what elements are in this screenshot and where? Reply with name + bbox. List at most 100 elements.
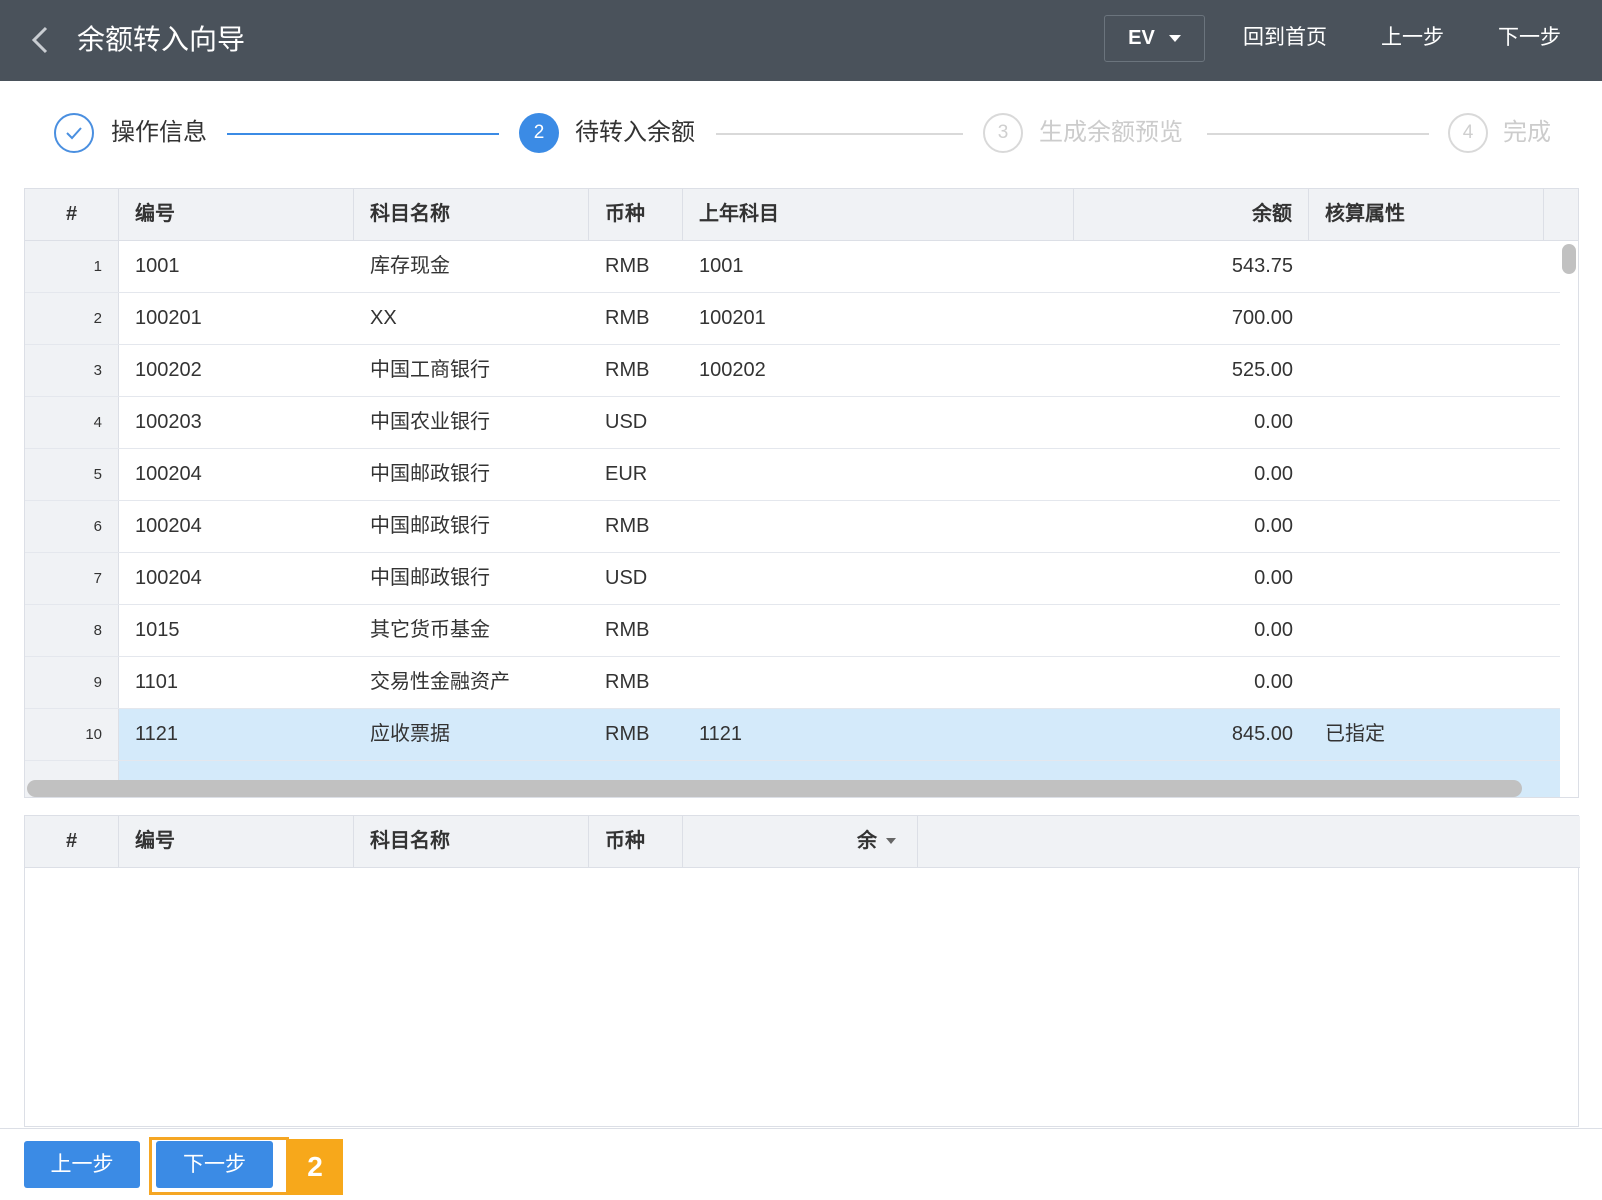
page-title: 余额转入向导: [77, 24, 246, 55]
cell-name: 中国工商银行: [370, 359, 490, 381]
step-2-number: 2: [519, 113, 559, 153]
ev-dropdown[interactable]: EV: [1104, 15, 1205, 62]
cell-num: 4: [25, 397, 119, 448]
cell-currency: RMB: [605, 515, 650, 537]
step-1-label: 操作信息: [111, 119, 207, 146]
cell-num: 6: [25, 501, 119, 552]
t2-col-balance-label: 余: [857, 830, 877, 852]
table-row[interactable]: 2 100201 XX RMB 100201 700.00: [25, 293, 1560, 345]
t2-col-code-header[interactable]: 编号: [119, 816, 354, 867]
cell-num: 1: [25, 241, 119, 292]
balance-table: # 编号 科目名称 币种 上年科目 余额 核算属性 1 1001 库存现金 RMB 10…: [24, 188, 1579, 798]
t2-col-balance-header[interactable]: 余: [683, 816, 918, 867]
horizontal-scrollbar[interactable]: [27, 780, 1522, 797]
vertical-scrollbar[interactable]: [1562, 244, 1576, 274]
cell-balance: 0.00: [1254, 411, 1293, 433]
table-row[interactable]: 5 100204 中国邮政银行 EUR 0.00: [25, 449, 1560, 501]
cell-prev-subject: [683, 605, 1074, 656]
cell-prev-subject: [683, 553, 1074, 604]
ev-dropdown-label: EV: [1128, 27, 1155, 49]
cell-code: 100204: [135, 463, 202, 485]
prev-button[interactable]: 上一步: [24, 1141, 140, 1188]
step-4-number: 4: [1448, 113, 1488, 153]
wizard-steps: 操作信息 2 待转入余额 3 生成余额预览 4 完成: [0, 81, 1602, 189]
step-connector-2: [716, 133, 963, 135]
cell-code: 100203: [135, 411, 202, 433]
cell-name: 其它货币基金: [370, 619, 490, 641]
table-row[interactable]: 4 100203 中国农业银行 USD 0.00: [25, 397, 1560, 449]
cell-prev-subject: 100201: [699, 307, 766, 329]
cell-currency: RMB: [589, 709, 683, 760]
sort-dropdown-icon[interactable]: [886, 838, 896, 844]
cell-code: 100204: [135, 567, 202, 589]
header-prev-button[interactable]: 上一步: [1381, 22, 1444, 54]
cell-currency: USD: [605, 567, 648, 589]
t2-col-name-header[interactable]: 科目名称: [354, 816, 589, 867]
col-balance-header[interactable]: 余额: [1074, 189, 1309, 240]
table-row[interactable]: 9 1101 交易性金融资产 RMB 0.00: [25, 657, 1560, 709]
table-row[interactable]: 1 1001 库存现金 RMB 1001 543.75: [25, 241, 1560, 293]
cell-code: 1015: [135, 619, 180, 641]
cell-attr: [1309, 501, 1560, 552]
cell-num: 9: [25, 657, 119, 708]
home-button[interactable]: 回到首页: [1243, 22, 1327, 54]
cell-attr: [1309, 449, 1560, 500]
table-row[interactable]: 8 1015 其它货币基金 RMB 0.00: [25, 605, 1560, 657]
step-connector-1: [227, 133, 499, 135]
cell-code: 1001: [135, 255, 180, 277]
cell-prev-subject: [683, 397, 1074, 448]
header-next-button[interactable]: 下一步: [1498, 22, 1561, 54]
cell-attr: 已指定: [1309, 709, 1560, 760]
cell-currency: RMB: [605, 255, 650, 277]
cell-prev-subject: 1121: [683, 709, 1074, 760]
col-prev-subject-header[interactable]: 上年科目: [683, 189, 1074, 240]
cell-balance: 0.00: [1254, 515, 1293, 537]
cell-name: 中国邮政银行: [370, 515, 490, 537]
cell-balance: 0.00: [1254, 671, 1293, 693]
cell-prev-subject: 1001: [699, 255, 744, 277]
cell-code: 1121: [119, 709, 354, 760]
col-name-header[interactable]: 科目名称: [354, 189, 589, 240]
cell-balance: 0.00: [1254, 567, 1293, 589]
cell-num: 2: [25, 293, 119, 344]
cell-prev-subject: [683, 657, 1074, 708]
cell-balance: 525.00: [1231, 359, 1293, 381]
col-num-header: #: [25, 189, 119, 240]
cell-attr: [1309, 293, 1560, 344]
table-row[interactable]: 10 1121 应收票据 RMB 1121 845.00 已指定: [25, 709, 1560, 761]
cell-name: 应收票据: [354, 709, 589, 760]
cell-name: 中国邮政银行: [370, 463, 490, 485]
cell-num: 8: [25, 605, 119, 656]
cell-currency: USD: [605, 411, 648, 433]
cell-prev-subject: [683, 449, 1074, 500]
cell-code: 100204: [135, 515, 202, 537]
table-row[interactable]: 3 100202 中国工商银行 RMB 100202 525.00: [25, 345, 1560, 397]
table-row[interactable]: 7 100204 中国邮政银行 USD 0.00: [25, 553, 1560, 605]
cell-num: 3: [25, 345, 119, 396]
target-table-header: # 编号 科目名称 币种 余: [25, 816, 1580, 868]
cell-attr: [1309, 397, 1560, 448]
cell-num: 7: [25, 553, 119, 604]
cell-attr: [1309, 657, 1560, 708]
cell-name: 交易性金融资产: [370, 671, 510, 693]
cell-prev-subject: 100202: [699, 359, 766, 381]
cell-currency: RMB: [605, 359, 650, 381]
cell-balance: 700.00: [1231, 307, 1293, 329]
col-code-header[interactable]: 编号: [119, 189, 354, 240]
cell-name: 中国农业银行: [370, 411, 490, 433]
cell-code: 100202: [135, 359, 202, 381]
cell-balance: 0.00: [1254, 463, 1293, 485]
cell-num: 5: [25, 449, 119, 500]
col-currency-header[interactable]: 币种: [589, 189, 683, 240]
back-arrow-icon[interactable]: [28, 24, 52, 56]
t2-col-currency-header[interactable]: 币种: [589, 816, 683, 867]
cell-attr: [1309, 553, 1560, 604]
app-header: 余额转入向导 EV 回到首页 上一步 下一步: [0, 0, 1602, 81]
col-attr-header[interactable]: 核算属性: [1309, 189, 1544, 240]
cell-name: 中国邮政银行: [370, 567, 490, 589]
cell-name: XX: [370, 307, 397, 329]
step-marker-badge: 2: [287, 1139, 343, 1195]
cell-balance: 845.00: [1074, 709, 1309, 760]
next-button-highlight: [149, 1137, 289, 1195]
table-row[interactable]: 6 100204 中国邮政银行 RMB 0.00: [25, 501, 1560, 553]
